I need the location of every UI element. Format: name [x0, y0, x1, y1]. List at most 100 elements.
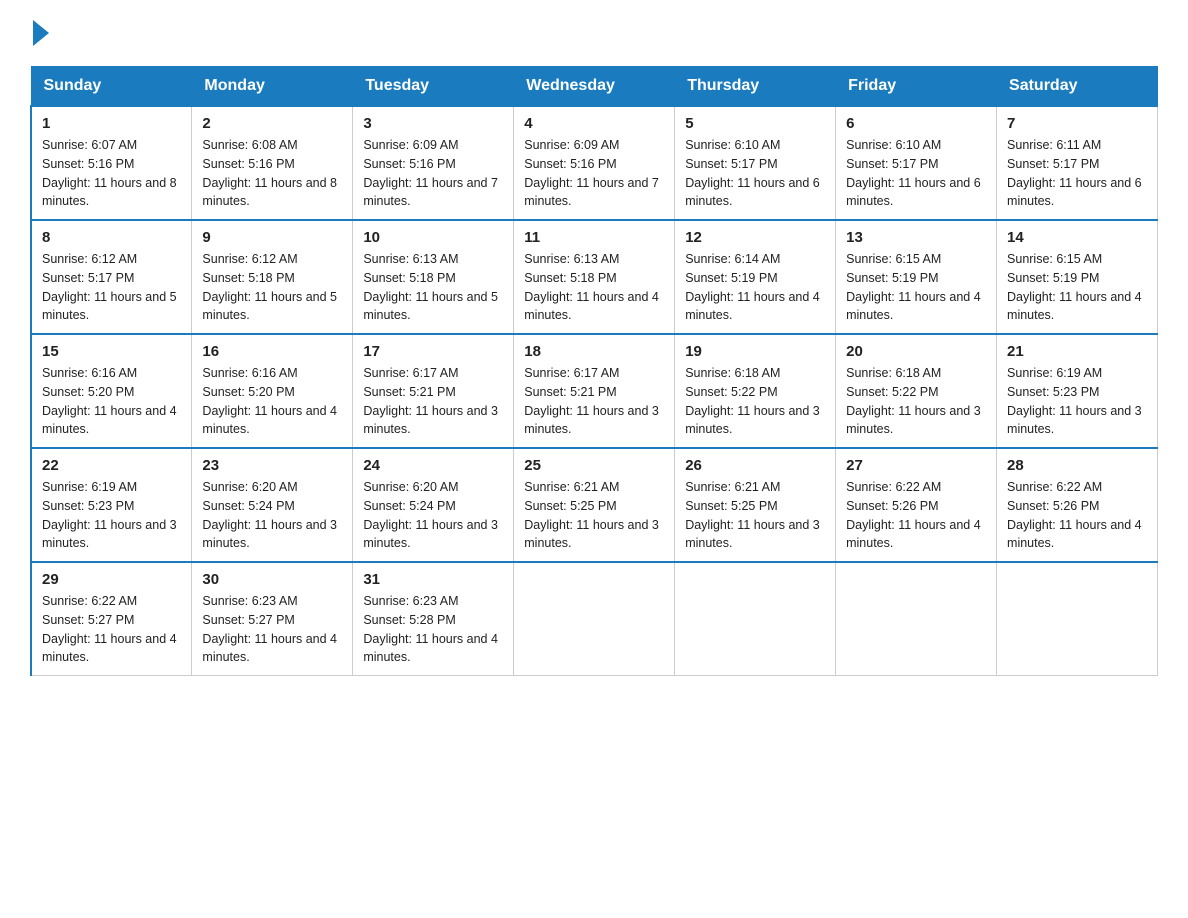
- table-row: 13 Sunrise: 6:15 AMSunset: 5:19 PMDayligh…: [836, 220, 997, 334]
- calendar-week-row: 15 Sunrise: 6:16 AMSunset: 5:20 PMDayligh…: [31, 334, 1158, 448]
- table-row: 8 Sunrise: 6:12 AMSunset: 5:17 PMDaylight…: [31, 220, 192, 334]
- day-info: Sunrise: 6:12 AMSunset: 5:18 PMDaylight:…: [202, 250, 342, 325]
- day-number: 10: [363, 229, 503, 246]
- table-row: 19 Sunrise: 6:18 AMSunset: 5:22 PMDayligh…: [675, 334, 836, 448]
- day-number: 19: [685, 343, 825, 360]
- header-thursday: Thursday: [675, 67, 836, 107]
- day-number: 9: [202, 229, 342, 246]
- table-row: 25 Sunrise: 6:21 AMSunset: 5:25 PMDayligh…: [514, 448, 675, 562]
- table-row: 28Sunrise: 6:22 AMSunset: 5:26 PMDayligh…: [997, 448, 1158, 562]
- table-row: 23 Sunrise: 6:20 AMSunset: 5:24 PMDayligh…: [192, 448, 353, 562]
- day-info: Sunrise: 6:09 AMSunset: 5:16 PMDaylight:…: [363, 136, 503, 211]
- day-info: Sunrise: 6:12 AMSunset: 5:17 PMDaylight:…: [42, 250, 181, 325]
- table-row: 24 Sunrise: 6:20 AMSunset: 5:24 PMDayligh…: [353, 448, 514, 562]
- day-info: Sunrise: 6:10 AMSunset: 5:17 PMDaylight:…: [685, 136, 825, 211]
- table-row: 11 Sunrise: 6:13 AMSunset: 5:18 PMDayligh…: [514, 220, 675, 334]
- day-number: 21: [1007, 343, 1147, 360]
- day-info: Sunrise: 6:07 AMSunset: 5:16 PMDaylight:…: [42, 136, 181, 211]
- day-info: Sunrise: 6:23 AMSunset: 5:27 PMDaylight:…: [202, 592, 342, 667]
- calendar-table: Sunday Monday Tuesday Wednesday Thursday…: [30, 66, 1158, 676]
- table-row: 6Sunrise: 6:10 AMSunset: 5:17 PMDaylight…: [836, 106, 997, 220]
- table-row: [514, 562, 675, 676]
- day-number: 23: [202, 457, 342, 474]
- day-info: Sunrise: 6:17 AMSunset: 5:21 PMDaylight:…: [524, 364, 664, 439]
- table-row: 31Sunrise: 6:23 AMSunset: 5:28 PMDayligh…: [353, 562, 514, 676]
- day-number: 28: [1007, 457, 1147, 474]
- table-row: 15 Sunrise: 6:16 AMSunset: 5:20 PMDayligh…: [31, 334, 192, 448]
- calendar-week-row: 1 Sunrise: 6:07 AMSunset: 5:16 PMDaylight…: [31, 106, 1158, 220]
- day-info: Sunrise: 6:23 AMSunset: 5:28 PMDaylight:…: [363, 592, 503, 667]
- day-number: 12: [685, 229, 825, 246]
- day-info: Sunrise: 6:15 AMSunset: 5:19 PMDaylight:…: [1007, 250, 1147, 325]
- day-info: Sunrise: 6:20 AMSunset: 5:24 PMDaylight:…: [363, 478, 503, 553]
- day-number: 26: [685, 457, 825, 474]
- day-info: Sunrise: 6:14 AMSunset: 5:19 PMDaylight:…: [685, 250, 825, 325]
- day-number: 14: [1007, 229, 1147, 246]
- table-row: 22 Sunrise: 6:19 AMSunset: 5:23 PMDayligh…: [31, 448, 192, 562]
- table-row: 27Sunrise: 6:22 AMSunset: 5:26 PMDayligh…: [836, 448, 997, 562]
- table-row: 17Sunrise: 6:17 AMSunset: 5:21 PMDayligh…: [353, 334, 514, 448]
- day-number: 13: [846, 229, 986, 246]
- table-row: 12 Sunrise: 6:14 AMSunset: 5:19 PMDayligh…: [675, 220, 836, 334]
- day-info: Sunrise: 6:16 AMSunset: 5:20 PMDaylight:…: [42, 364, 181, 439]
- table-row: 18 Sunrise: 6:17 AMSunset: 5:21 PMDayligh…: [514, 334, 675, 448]
- logo: [30, 20, 49, 46]
- table-row: 20 Sunrise: 6:18 AMSunset: 5:22 PMDayligh…: [836, 334, 997, 448]
- table-row: [997, 562, 1158, 676]
- header-tuesday: Tuesday: [353, 67, 514, 107]
- table-row: 2 Sunrise: 6:08 AMSunset: 5:16 PMDaylight…: [192, 106, 353, 220]
- day-number: 25: [524, 457, 664, 474]
- day-number: 8: [42, 229, 181, 246]
- page-header: [30, 20, 1158, 46]
- day-number: 4: [524, 115, 664, 132]
- day-number: 15: [42, 343, 181, 360]
- day-info: Sunrise: 6:16 AMSunset: 5:20 PMDaylight:…: [202, 364, 342, 439]
- day-info: Sunrise: 6:13 AMSunset: 5:18 PMDaylight:…: [363, 250, 503, 325]
- day-number: 17: [363, 343, 503, 360]
- table-row: [836, 562, 997, 676]
- day-info: Sunrise: 6:19 AMSunset: 5:23 PMDaylight:…: [1007, 364, 1147, 439]
- day-number: 1: [42, 115, 181, 132]
- day-number: 3: [363, 115, 503, 132]
- day-number: 2: [202, 115, 342, 132]
- day-info: Sunrise: 6:21 AMSunset: 5:25 PMDaylight:…: [685, 478, 825, 553]
- day-number: 24: [363, 457, 503, 474]
- day-info: Sunrise: 6:20 AMSunset: 5:24 PMDaylight:…: [202, 478, 342, 553]
- day-info: Sunrise: 6:18 AMSunset: 5:22 PMDaylight:…: [685, 364, 825, 439]
- day-info: Sunrise: 6:08 AMSunset: 5:16 PMDaylight:…: [202, 136, 342, 211]
- day-number: 20: [846, 343, 986, 360]
- table-row: 5 Sunrise: 6:10 AMSunset: 5:17 PMDaylight…: [675, 106, 836, 220]
- day-info: Sunrise: 6:21 AMSunset: 5:25 PMDaylight:…: [524, 478, 664, 553]
- day-info: Sunrise: 6:19 AMSunset: 5:23 PMDaylight:…: [42, 478, 181, 553]
- table-row: [675, 562, 836, 676]
- table-row: 7Sunrise: 6:11 AMSunset: 5:17 PMDaylight…: [997, 106, 1158, 220]
- table-row: 26 Sunrise: 6:21 AMSunset: 5:25 PMDayligh…: [675, 448, 836, 562]
- table-row: 9 Sunrise: 6:12 AMSunset: 5:18 PMDaylight…: [192, 220, 353, 334]
- day-number: 18: [524, 343, 664, 360]
- calendar-header-row: Sunday Monday Tuesday Wednesday Thursday…: [31, 67, 1158, 107]
- table-row: 30Sunrise: 6:23 AMSunset: 5:27 PMDayligh…: [192, 562, 353, 676]
- day-number: 22: [42, 457, 181, 474]
- table-row: 4 Sunrise: 6:09 AMSunset: 5:16 PMDaylight…: [514, 106, 675, 220]
- calendar-week-row: 8 Sunrise: 6:12 AMSunset: 5:17 PMDaylight…: [31, 220, 1158, 334]
- header-friday: Friday: [836, 67, 997, 107]
- table-row: 29 Sunrise: 6:22 AMSunset: 5:27 PMDayligh…: [31, 562, 192, 676]
- day-number: 16: [202, 343, 342, 360]
- day-info: Sunrise: 6:18 AMSunset: 5:22 PMDaylight:…: [846, 364, 986, 439]
- day-info: Sunrise: 6:10 AMSunset: 5:17 PMDaylight:…: [846, 136, 986, 211]
- table-row: 3 Sunrise: 6:09 AMSunset: 5:16 PMDaylight…: [353, 106, 514, 220]
- day-info: Sunrise: 6:15 AMSunset: 5:19 PMDaylight:…: [846, 250, 986, 325]
- day-info: Sunrise: 6:13 AMSunset: 5:18 PMDaylight:…: [524, 250, 664, 325]
- header-wednesday: Wednesday: [514, 67, 675, 107]
- day-info: Sunrise: 6:11 AMSunset: 5:17 PMDaylight:…: [1007, 136, 1147, 211]
- table-row: 1 Sunrise: 6:07 AMSunset: 5:16 PMDaylight…: [31, 106, 192, 220]
- table-row: 21 Sunrise: 6:19 AMSunset: 5:23 PMDayligh…: [997, 334, 1158, 448]
- day-info: Sunrise: 6:09 AMSunset: 5:16 PMDaylight:…: [524, 136, 664, 211]
- day-info: Sunrise: 6:22 AMSunset: 5:27 PMDaylight:…: [42, 592, 181, 667]
- calendar-week-row: 22 Sunrise: 6:19 AMSunset: 5:23 PMDayligh…: [31, 448, 1158, 562]
- table-row: 16 Sunrise: 6:16 AMSunset: 5:20 PMDayligh…: [192, 334, 353, 448]
- day-number: 11: [524, 229, 664, 246]
- day-number: 5: [685, 115, 825, 132]
- day-number: 29: [42, 571, 181, 588]
- day-number: 27: [846, 457, 986, 474]
